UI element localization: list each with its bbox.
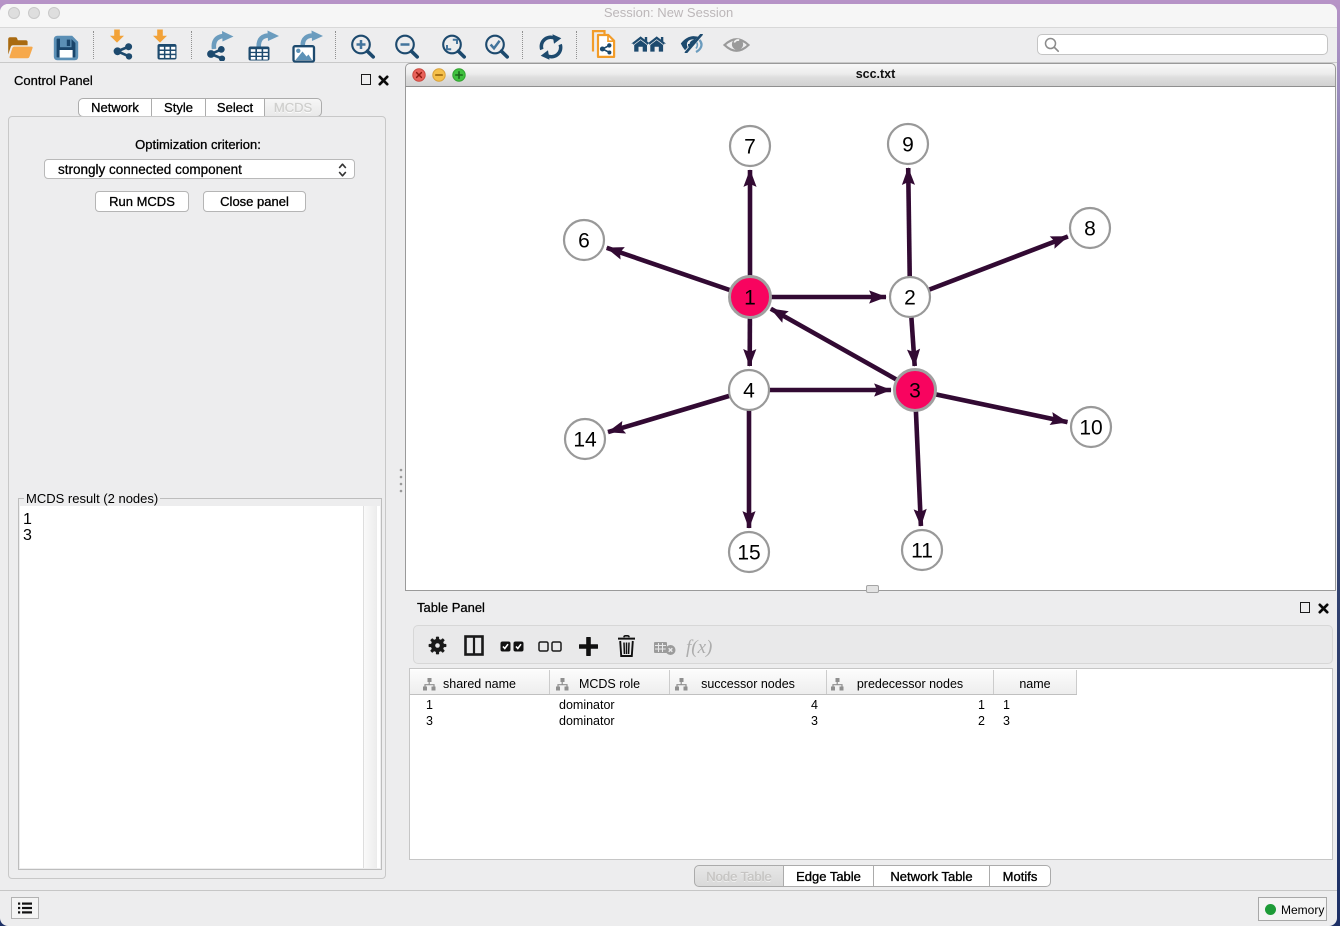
svg-text:7: 7 <box>744 136 756 159</box>
svg-text:11: 11 <box>911 540 933 563</box>
svg-text:9: 9 <box>902 134 914 157</box>
svg-text:6: 6 <box>578 230 590 253</box>
svg-text:15: 15 <box>737 542 760 565</box>
svg-text:1: 1 <box>744 287 756 310</box>
svg-text:4: 4 <box>743 380 755 403</box>
svg-text:14: 14 <box>573 429 597 452</box>
svg-text:2: 2 <box>904 287 916 310</box>
svg-text:10: 10 <box>1079 417 1102 440</box>
svg-text:3: 3 <box>909 380 921 403</box>
svg-text:8: 8 <box>1084 218 1096 241</box>
